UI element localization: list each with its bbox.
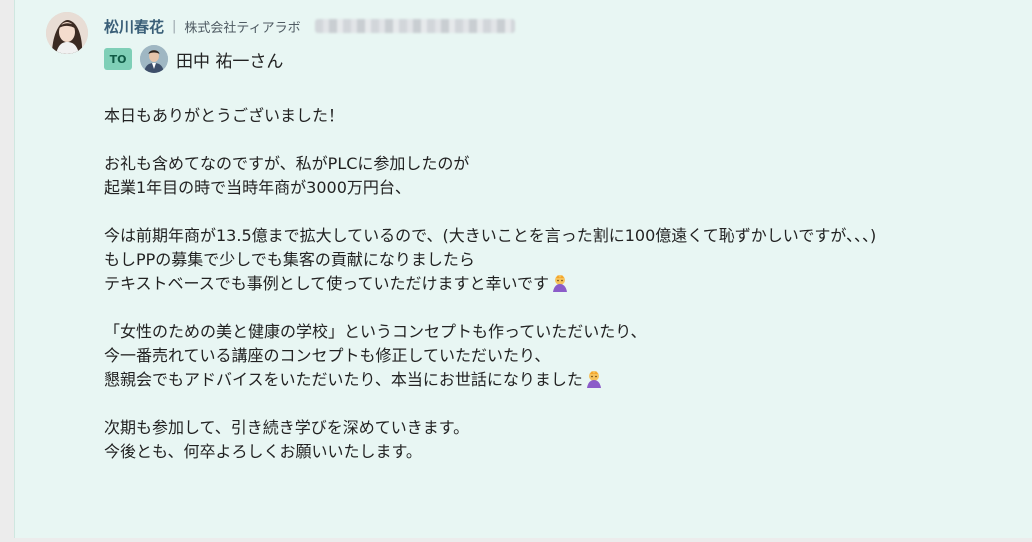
recipient-name[interactable]: 田中 祐一さん: [176, 47, 283, 72]
message-line: 「女性のための美と健康の学校」というコンセプトも作っていただいたり、: [104, 322, 647, 341]
sender-header: 松川春花 | 株式会社ティアラボ: [104, 14, 515, 38]
message-line: 今後とも、何卒よろしくお願いいたします。: [104, 442, 422, 461]
message-line-text: 懇親会でもアドバイスをいただいたり、本当にお世話になりました: [104, 370, 583, 389]
message-line: 今は前期年商が13.5億まで拡大しているので、(大きいことを言った割に100億遠…: [104, 226, 877, 245]
sender-avatar-icon[interactable]: [46, 12, 88, 54]
sender-name[interactable]: 松川春花: [104, 16, 164, 37]
message-line-with-emoji: テキストベースでも事例として使っていただけますと幸いです: [104, 272, 1004, 296]
bowing-person-emoji-icon: [584, 369, 604, 389]
header-separator: |: [172, 18, 177, 34]
message-line: お礼も含めてなのですが、私がPLCに参加したのが: [104, 154, 470, 173]
bowing-person-emoji-icon: [550, 273, 570, 293]
sender-company: 株式会社ティアラボ: [184, 20, 301, 36]
message-line: 次期も参加して、引き続き学びを深めていきます。: [104, 418, 470, 437]
recipient-avatar-icon[interactable]: [140, 45, 168, 73]
message-line: 起業1年目の時で当時年商が3000万円台、: [104, 178, 411, 197]
redacted-contact-info: [314, 19, 515, 33]
message-line: 本日もありがとうございました！: [104, 106, 345, 125]
to-badge: TO: [104, 48, 132, 70]
chat-frame: 松川春花 | 株式会社ティアラボ TO 田中 祐一さん 本日もありがとうございま…: [0, 0, 1032, 542]
message-body: 本日もありがとうございました！ お礼も含めてなのですが、私がPLCに参加したのが…: [104, 104, 1004, 464]
message-line: 今一番売れている講座のコンセプトも修正していただいたり、: [104, 346, 551, 365]
message-line-with-emoji: 懇親会でもアドバイスをいただいたり、本当にお世話になりました: [104, 368, 1004, 392]
recipient-row: TO 田中 祐一さん: [104, 45, 283, 73]
message-line: もしPPの募集で少しでも集客の貢献になりましたら: [104, 250, 475, 269]
message-line-text: テキストベースでも事例として使っていただけますと幸いです: [104, 274, 549, 293]
